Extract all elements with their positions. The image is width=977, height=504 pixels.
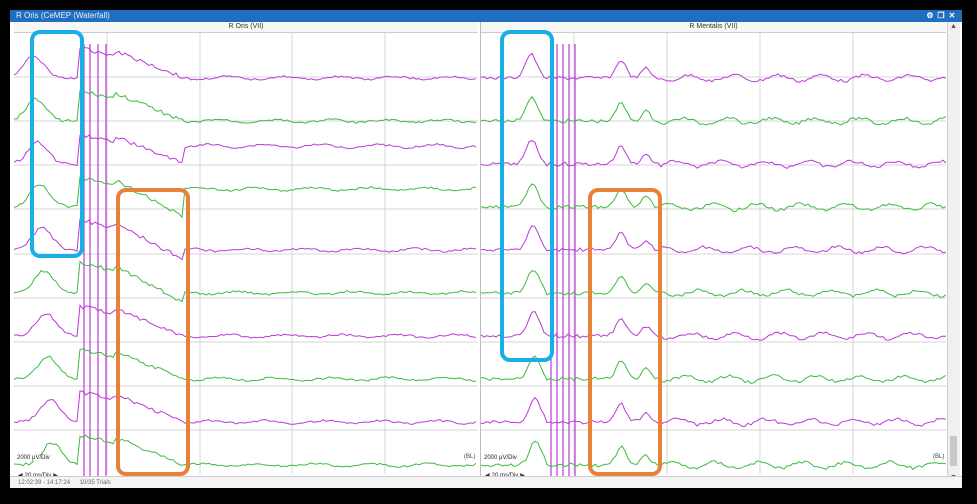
waveform-trace — [14, 390, 477, 425]
window-controls: ⚙ ❐ ✕ — [926, 10, 956, 20]
status-trials: 10/35 Trials — [79, 480, 111, 486]
highlight-box-blue-left — [30, 30, 84, 258]
baseline-marker: (BL) — [464, 454, 476, 460]
waveform-trace — [14, 348, 477, 382]
scroll-up-icon[interactable]: ▲ — [950, 23, 957, 30]
status-time-range: 12:02:39 - 14:17:24 — [18, 480, 71, 486]
amplitude-scale-label: 2000 μV/Div — [483, 455, 518, 461]
close-icon[interactable]: ✕ — [948, 12, 956, 20]
window-title: R Oris (CeMEP (Waterfall) — [16, 11, 110, 20]
baseline-marker: (BL) — [933, 454, 945, 460]
restore-icon[interactable]: ❐ — [937, 12, 945, 20]
vertical-scrollbar[interactable]: ▲ ▼ — [947, 22, 960, 482]
status-bar: 12:02:39 - 14:17:24 10/35 Trials — [10, 476, 962, 488]
highlight-box-orange-left — [116, 188, 190, 476]
gear-icon[interactable]: ⚙ — [926, 12, 934, 20]
highlight-box-orange-right — [588, 188, 662, 476]
waveform-trace — [14, 260, 477, 303]
highlight-box-blue-right — [500, 30, 554, 362]
amplitude-scale-label: 2000 μV/Div — [16, 455, 51, 461]
waveform-trace — [14, 304, 477, 339]
waveform-window: R Oris (CeMEP (Waterfall) ⚙ ❐ ✕ R Oris (… — [8, 8, 964, 490]
window-titlebar[interactable]: R Oris (CeMEP (Waterfall) ⚙ ❐ ✕ — [10, 10, 962, 22]
waveform-trace — [14, 434, 477, 468]
scrollbar-thumb[interactable] — [950, 436, 957, 466]
